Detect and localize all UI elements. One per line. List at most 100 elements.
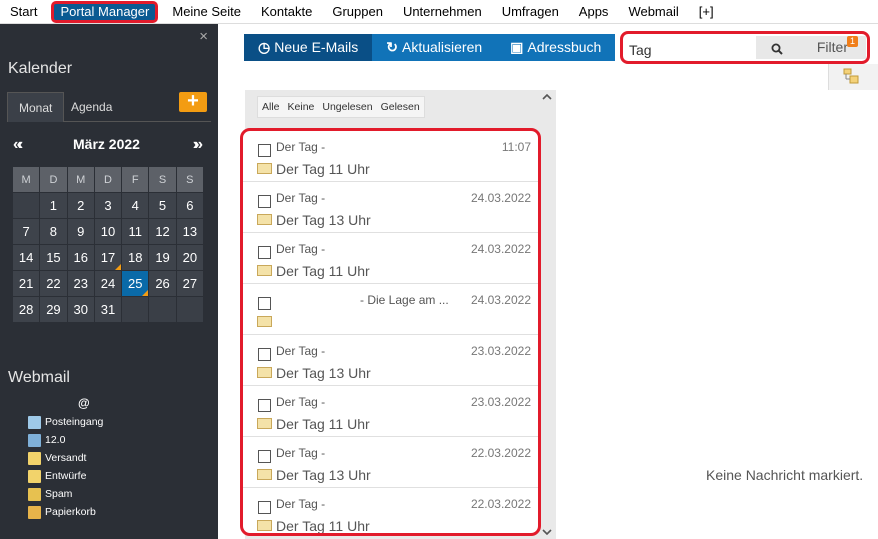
envelope-icon: [257, 214, 272, 225]
weekday-label: M: [11, 166, 41, 193]
nav-item-apps[interactable]: Apps: [569, 0, 619, 24]
mail-list-item[interactable]: Der Tag - 22.03.2022 Der Tag 11 Uhr: [243, 488, 538, 534]
mail-date: 23.03.2022: [470, 395, 531, 409]
folder-versandt[interactable]: Versandt: [28, 449, 103, 467]
refresh-button[interactable]: ↻ Aktualisieren: [372, 34, 497, 61]
calendar-day[interactable]: 10: [93, 218, 123, 245]
calendar-day[interactable]: 12: [148, 218, 177, 245]
calendar-day[interactable]: 23: [66, 270, 95, 297]
calendar-day[interactable]: 14: [11, 244, 41, 271]
folder-entw-rfe[interactable]: Entwürfe: [28, 467, 103, 485]
mail-list-item[interactable]: Der Tag - 23.03.2022 Der Tag 11 Uhr: [243, 386, 538, 437]
calendar-day[interactable]: 17: [93, 244, 123, 271]
add-event-button[interactable]: +: [179, 91, 207, 112]
calendar-day[interactable]: 30: [66, 296, 95, 323]
mail-list-item[interactable]: Der Tag - 24.03.2022 Der Tag 13 Uhr: [243, 182, 538, 233]
drafts-icon: [28, 469, 41, 483]
scroll-up-icon[interactable]: [542, 94, 552, 100]
webmail-account-label[interactable]: @: [78, 396, 90, 410]
calendar-day[interactable]: 18: [121, 244, 150, 271]
mail-subject: Der Tag 11 Uhr: [276, 416, 370, 432]
calendar-day[interactable]: 31: [93, 296, 123, 323]
folder-spam[interactable]: Spam: [28, 485, 103, 503]
nav-item-gruppen[interactable]: Gruppen: [322, 0, 393, 24]
nav-item-start[interactable]: Start: [0, 0, 47, 24]
select-ungelesen[interactable]: Ungelesen: [318, 97, 376, 117]
select-keine[interactable]: Keine: [284, 97, 319, 117]
calendar-day[interactable]: 22: [39, 270, 68, 297]
mail-list-item[interactable]: Der Tag - 11:07 Der Tag 11 Uhr: [243, 131, 538, 182]
folder-posteingang[interactable]: Posteingang: [28, 413, 103, 431]
book-icon: ▣: [510, 39, 524, 55]
calendar-day[interactable]: 1: [39, 192, 68, 219]
tab-agenda[interactable]: Agenda: [60, 92, 123, 122]
inbox-icon: [28, 415, 41, 429]
calendar-day[interactable]: 21: [11, 270, 41, 297]
calendar-day[interactable]: 8: [39, 218, 68, 245]
calendar-day[interactable]: 25: [121, 270, 150, 297]
close-icon[interactable]: ×: [199, 28, 208, 45]
mail-checkbox[interactable]: [258, 246, 271, 259]
calendar-day[interactable]: 24: [93, 270, 123, 297]
scroll-down-icon[interactable]: [542, 529, 552, 535]
mail-checkbox[interactable]: [258, 348, 271, 361]
mail-list-item[interactable]: Der Tag - 23.03.2022 Der Tag 13 Uhr: [243, 335, 538, 386]
mail-list-item[interactable]: - Die Lage am ... 24.03.2022: [243, 284, 538, 335]
calendar-day[interactable]: 5: [148, 192, 177, 219]
mail-checkbox[interactable]: [258, 144, 271, 157]
calendar-day[interactable]: 20: [175, 244, 205, 271]
calendar-day[interactable]: 26: [148, 270, 177, 297]
nav-item-unternehmen[interactable]: Unternehmen: [393, 0, 492, 24]
addressbook-label: Adressbuch: [527, 39, 602, 55]
calendar-day[interactable]: 19: [148, 244, 177, 271]
mail-checkbox[interactable]: [258, 297, 271, 310]
calendar-day[interactable]: 4: [121, 192, 150, 219]
mail-checkbox[interactable]: [258, 501, 271, 514]
select-alle[interactable]: Alle: [258, 97, 284, 117]
calendar-day[interactable]: 13: [175, 218, 205, 245]
addressbook-button[interactable]: ▣ Adressbuch: [496, 34, 616, 61]
mail-list-item[interactable]: Der Tag - 24.03.2022 Der Tag 11 Uhr: [243, 233, 538, 284]
search-input[interactable]: [629, 38, 756, 61]
select-gelesen[interactable]: Gelesen: [377, 97, 424, 117]
mail-date: 22.03.2022: [470, 497, 531, 511]
filter-button[interactable]: Filter 1: [798, 36, 866, 59]
mail-checkbox[interactable]: [258, 195, 271, 208]
new-mails-button[interactable]: ◷ Neue E-Mails: [244, 34, 373, 61]
calendar-day[interactable]: 6: [175, 192, 205, 219]
calendar-day[interactable]: 29: [39, 296, 68, 323]
calendar-day[interactable]: 15: [39, 244, 68, 271]
envelope-icon: [257, 418, 272, 429]
mail-checkbox[interactable]: [258, 450, 271, 463]
mail-sender: Der Tag -: [276, 497, 326, 511]
nav-item-portal-manager[interactable]: Portal Manager: [51, 0, 159, 23]
nav-item-umfragen[interactable]: Umfragen: [492, 0, 569, 24]
nav-item-meine-seite[interactable]: Meine Seite: [162, 0, 251, 24]
previous-month-icon[interactable]: «‹: [13, 136, 23, 154]
folder-12-0[interactable]: 12.0: [28, 431, 103, 449]
mail-subject: Der Tag 11 Uhr: [276, 518, 370, 534]
calendar-day[interactable]: 11: [121, 218, 150, 245]
tab-month[interactable]: Monat: [7, 92, 65, 122]
calendar-day[interactable]: 16: [66, 244, 95, 271]
calendar-day[interactable]: 2: [66, 192, 95, 219]
empty-preview-text: Keine Nachricht markiert.: [706, 467, 864, 483]
next-month-icon[interactable]: ›»: [193, 136, 203, 154]
folder-papierkorb[interactable]: Papierkorb: [28, 503, 103, 521]
calendar-day[interactable]: 28: [11, 296, 41, 323]
calendar-day[interactable]: 27: [175, 270, 205, 297]
nav-item-[interactable]: [+]: [689, 0, 724, 24]
nav-item-webmail[interactable]: Webmail: [618, 0, 688, 24]
calendar-day[interactable]: 7: [11, 218, 41, 245]
filter-label: Filter: [816, 39, 848, 55]
mail-checkbox[interactable]: [258, 399, 271, 412]
calendar-day[interactable]: 9: [66, 218, 95, 245]
mail-list-item[interactable]: Der Tag - 22.03.2022 Der Tag 13 Uhr: [243, 437, 538, 488]
calendar-week-row: 21 22 23 24 25 26 27: [11, 270, 205, 297]
folder-label: Spam: [45, 488, 73, 500]
nav-item-kontakte[interactable]: Kontakte: [251, 0, 322, 24]
view-toggle-button[interactable]: [828, 64, 878, 90]
search-button[interactable]: [756, 36, 798, 59]
calendar-day[interactable]: 3: [93, 192, 123, 219]
selection-filter-bar: Alle Keine Ungelesen Gelesen: [257, 96, 425, 118]
